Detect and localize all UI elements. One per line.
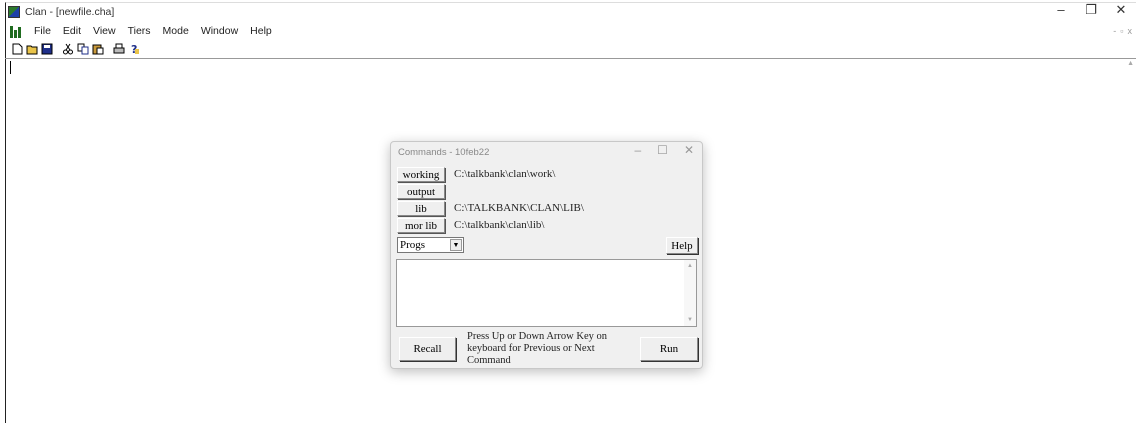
recall-hint-text: Press Up or Down Arrow Key on keyboard f… bbox=[467, 331, 607, 366]
command-input[interactable]: ▲ ▼ bbox=[396, 259, 697, 327]
scroll-down-icon[interactable]: ▼ bbox=[687, 317, 693, 323]
dialog-title-bar: Commands - 10feb22 – ☐ ✕ bbox=[391, 142, 702, 162]
dialog-minimize-button[interactable]: – bbox=[634, 143, 641, 157]
scroll-up-arrow-icon[interactable]: ▲ bbox=[1127, 60, 1134, 67]
copy-icon[interactable] bbox=[76, 42, 90, 56]
working-button[interactable]: working bbox=[397, 166, 445, 182]
working-dir-row: working C:\talkbank\clan\work\ bbox=[397, 166, 555, 182]
menu-view[interactable]: View bbox=[87, 25, 122, 37]
menu-mode[interactable]: Mode bbox=[157, 25, 195, 37]
minimize-button[interactable]: – bbox=[1046, 2, 1076, 19]
command-scrollbar[interactable]: ▲ ▼ bbox=[684, 260, 696, 326]
lib-button[interactable]: lib bbox=[397, 200, 445, 216]
chevron-down-icon[interactable]: ▼ bbox=[450, 239, 462, 251]
commands-dialog: Commands - 10feb22 – ☐ ✕ working C:\talk… bbox=[390, 141, 703, 369]
run-button[interactable]: Run bbox=[640, 337, 698, 361]
menu-bar: File Edit View Tiers Mode Window Help - … bbox=[6, 23, 1136, 39]
toolbar: ? bbox=[10, 40, 142, 57]
mdi-controls: - ▫ x bbox=[1113, 26, 1132, 36]
menu-help[interactable]: Help bbox=[244, 25, 278, 37]
open-folder-icon[interactable] bbox=[25, 42, 39, 56]
dialog-close-button[interactable]: ✕ bbox=[684, 143, 694, 157]
window-controls: – ❐ ✕ bbox=[1046, 2, 1136, 19]
save-icon[interactable] bbox=[40, 42, 54, 56]
menu-tiers[interactable]: Tiers bbox=[122, 25, 157, 37]
text-cursor bbox=[10, 61, 11, 74]
progs-dropdown[interactable]: Progs ▼ bbox=[397, 237, 464, 253]
mdi-minimize-button[interactable]: - bbox=[1113, 26, 1116, 36]
recall-button[interactable]: Recall bbox=[399, 337, 456, 361]
mdi-restore-button[interactable]: ▫ bbox=[1120, 26, 1123, 36]
restore-button[interactable]: ❐ bbox=[1076, 2, 1106, 19]
menu-file[interactable]: File bbox=[28, 25, 57, 37]
toolbar-divider bbox=[5, 58, 1136, 59]
dialog-window-controls: – ☐ ✕ bbox=[634, 143, 694, 157]
mor-lib-path: C:\talkbank\clan\lib\ bbox=[454, 219, 545, 231]
menu-edit[interactable]: Edit bbox=[57, 25, 87, 37]
close-button[interactable]: ✕ bbox=[1106, 2, 1136, 19]
cut-icon[interactable] bbox=[61, 42, 75, 56]
window-title: Clan - [newfile.cha] bbox=[25, 5, 115, 18]
progs-dropdown-value: Progs bbox=[400, 239, 426, 251]
document-bars-icon[interactable] bbox=[10, 25, 24, 38]
menu-window[interactable]: Window bbox=[195, 25, 244, 37]
mdi-close-button[interactable]: x bbox=[1128, 26, 1133, 36]
title-bar: Clan - [newfile.cha] – ❐ ✕ bbox=[6, 2, 1136, 20]
help-button[interactable]: Help bbox=[666, 237, 698, 254]
lib-dir-row: lib C:\TALKBANK\CLAN\LIB\ bbox=[397, 200, 584, 216]
print-icon[interactable] bbox=[112, 42, 126, 56]
mor-lib-dir-row: mor lib C:\talkbank\clan\lib\ bbox=[397, 217, 544, 233]
new-file-icon[interactable] bbox=[10, 42, 24, 56]
clan-app-icon bbox=[8, 5, 20, 18]
output-dir-row: output bbox=[397, 183, 454, 199]
lib-path: C:\TALKBANK\CLAN\LIB\ bbox=[454, 202, 584, 214]
paste-icon[interactable] bbox=[91, 42, 105, 56]
help-question-icon[interactable]: ? bbox=[127, 42, 141, 56]
mor-lib-button[interactable]: mor lib bbox=[397, 217, 445, 233]
dialog-title: Commands - 10feb22 bbox=[398, 146, 490, 158]
dialog-maximize-button[interactable]: ☐ bbox=[657, 143, 668, 157]
working-path: C:\talkbank\clan\work\ bbox=[454, 168, 556, 180]
output-button[interactable]: output bbox=[397, 183, 445, 199]
scroll-up-icon[interactable]: ▲ bbox=[687, 263, 693, 269]
